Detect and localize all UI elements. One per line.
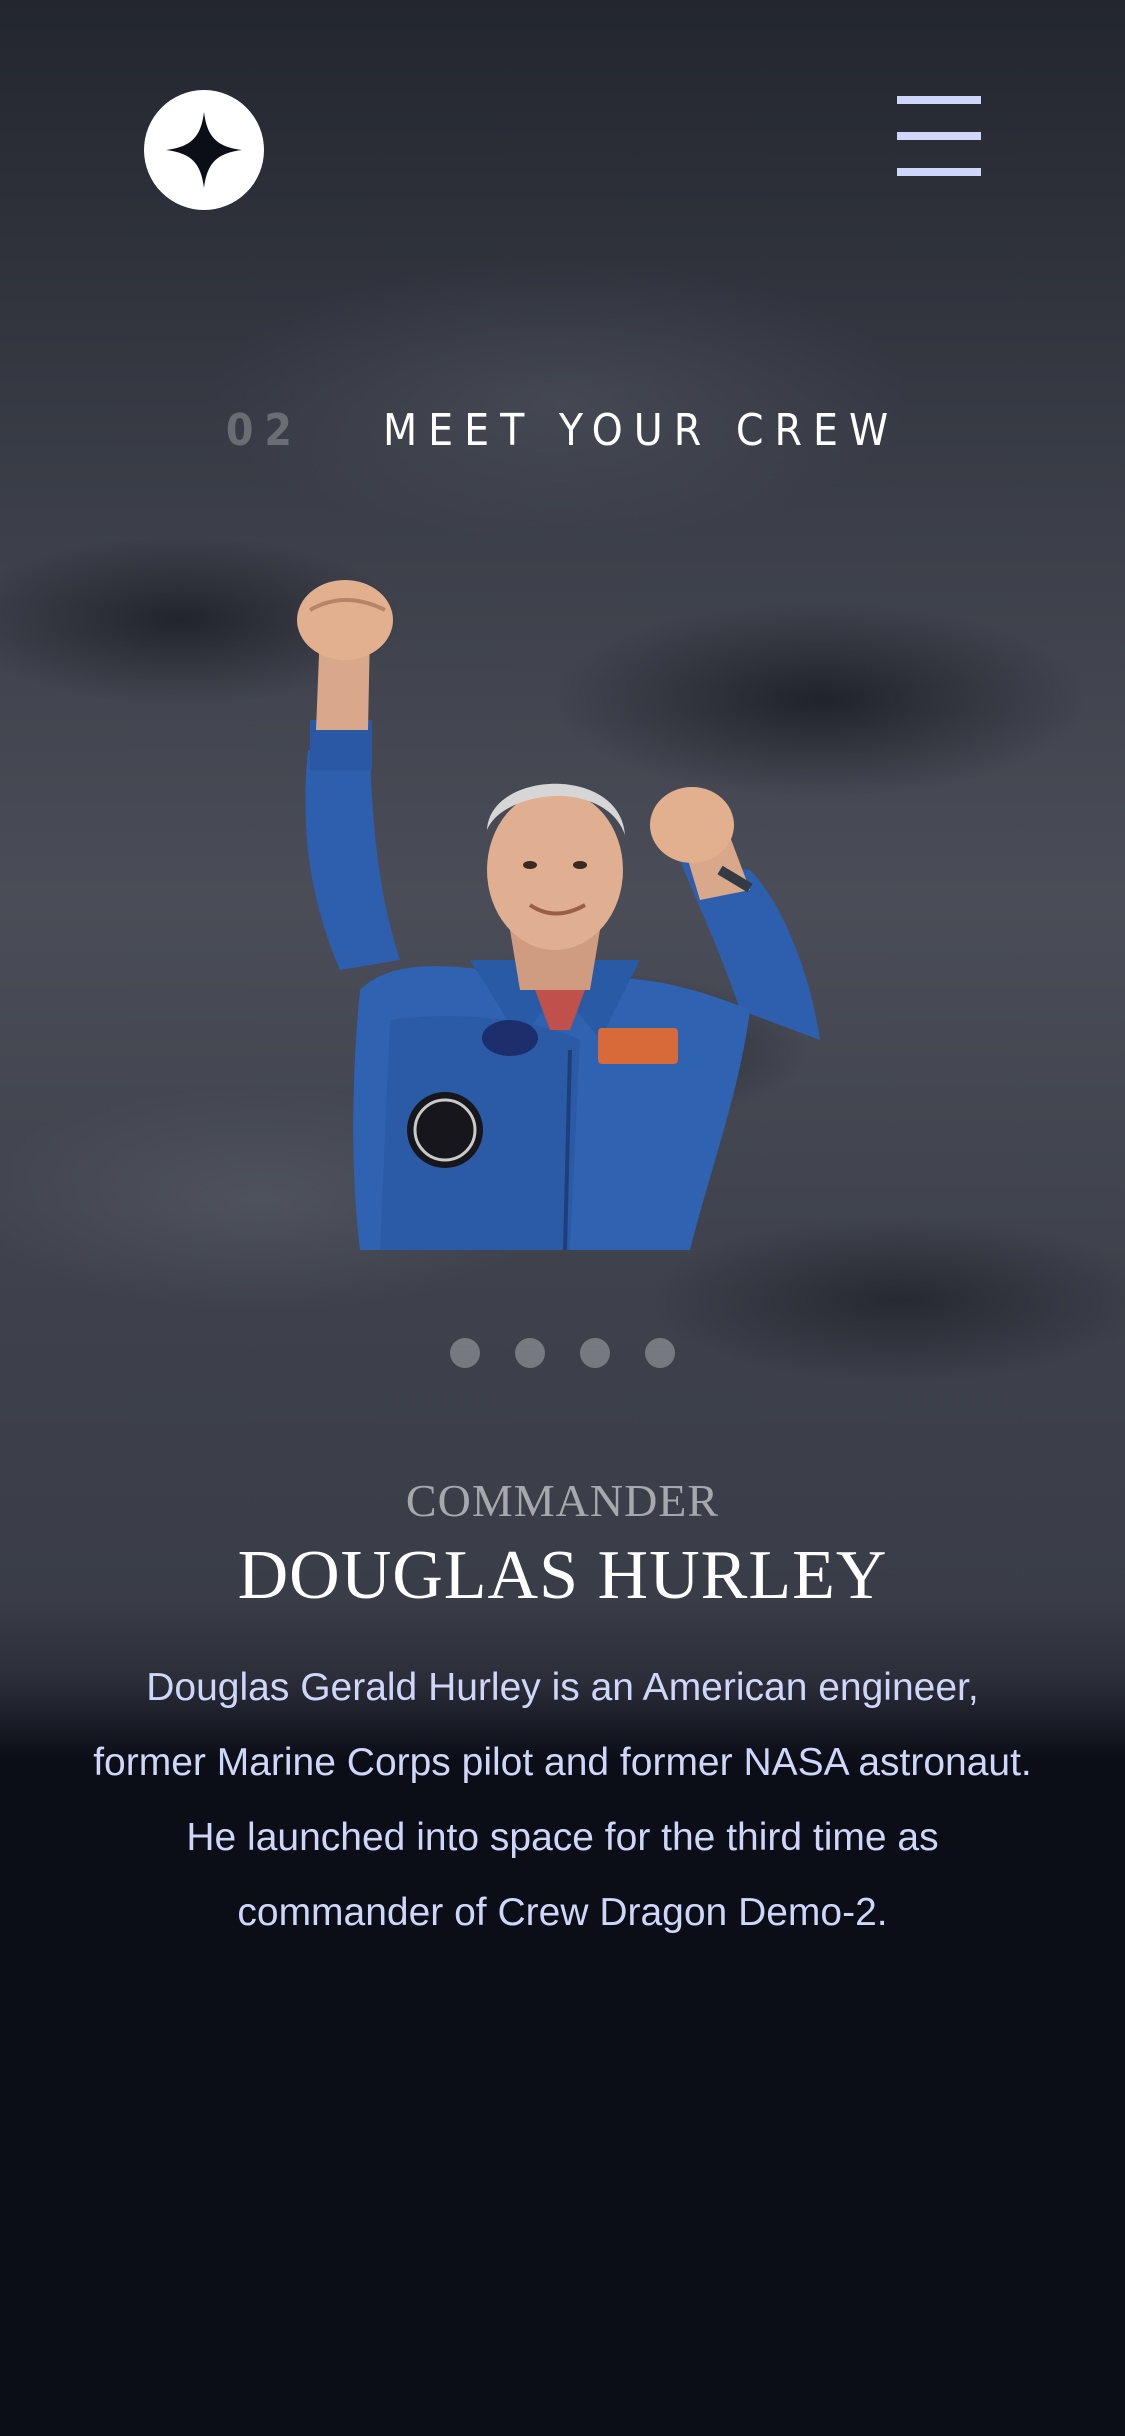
- hamburger-menu-icon[interactable]: [897, 96, 981, 176]
- menu-line: [897, 168, 981, 176]
- page-heading: 02 MEET YOUR CREW: [0, 405, 1125, 456]
- crew-role: COMMANDER: [405, 1475, 720, 1526]
- home-logo[interactable]: [144, 90, 264, 210]
- section-number: 02: [225, 405, 303, 456]
- crew-name: DOUGLAS HURLEY: [237, 1537, 888, 1614]
- crew-dot-1[interactable]: [450, 1338, 480, 1368]
- crew-dot-3[interactable]: [580, 1338, 610, 1368]
- crew-pagination: [0, 1338, 1125, 1368]
- crew-bio: Douglas Gerald Hurley is an American eng…: [93, 1666, 1032, 1934]
- crew-member-image: [297, 580, 820, 1250]
- section-title: MEET YOUR CREW: [382, 405, 900, 456]
- crew-dot-2[interactable]: [515, 1338, 545, 1368]
- star-logo-icon: [166, 112, 242, 188]
- crew-dot-4[interactable]: [645, 1338, 675, 1368]
- menu-line: [897, 96, 981, 104]
- menu-line: [897, 132, 981, 140]
